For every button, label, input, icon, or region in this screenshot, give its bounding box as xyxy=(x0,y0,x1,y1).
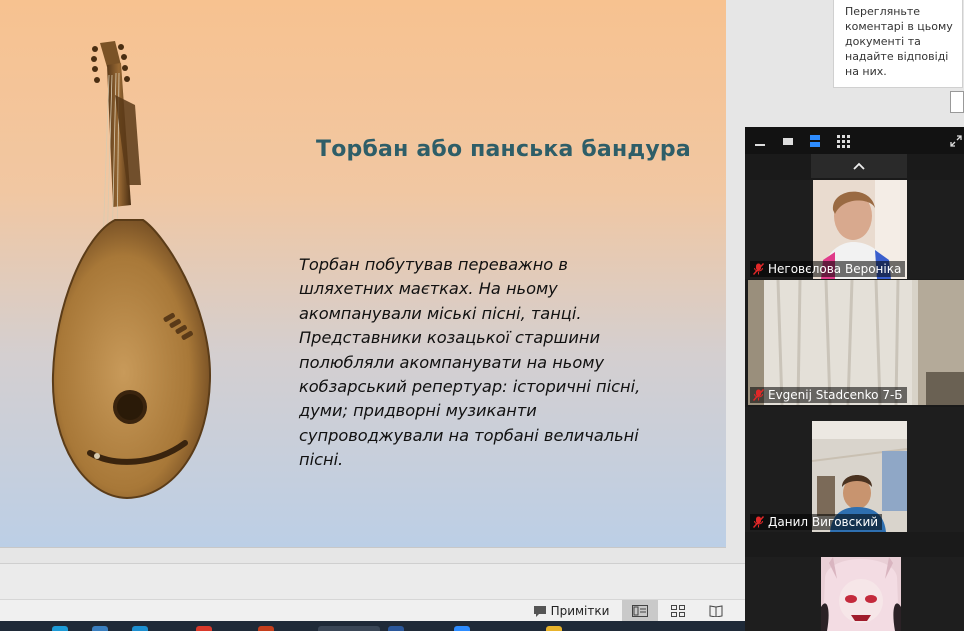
participant-name: Неговєлова Вероніка xyxy=(768,262,902,276)
comments-scroll-thumb[interactable] xyxy=(950,91,964,113)
mic-muted-icon xyxy=(753,263,764,275)
normal-view-button[interactable] xyxy=(622,600,658,622)
reading-view-icon xyxy=(709,605,723,617)
participant-tile[interactable]: Данил Виговский xyxy=(745,407,964,532)
gallery-view-button[interactable] xyxy=(836,133,850,149)
taskbar-app-icon[interactable] xyxy=(546,626,562,631)
thumbnail-view-button[interactable] xyxy=(781,133,795,149)
zoom-toolbar xyxy=(745,127,964,154)
participant-tile[interactable] xyxy=(745,557,964,631)
fullscreen-icon xyxy=(950,135,962,147)
taskbar-active-app[interactable] xyxy=(318,626,380,631)
speaker-view-icon xyxy=(810,135,820,147)
comments-hint-card: Перегляньте коментарі в цьому документі … xyxy=(833,0,963,88)
mic-muted-icon xyxy=(753,516,764,528)
reading-view-button[interactable] xyxy=(698,600,734,622)
gallery-view-icon xyxy=(836,134,850,148)
taskbar-app-icon[interactable] xyxy=(196,626,212,631)
slide-body-text[interactable]: Торбан побутував переважно в шляхетних м… xyxy=(299,253,664,473)
participant-video xyxy=(821,557,901,631)
notes-pane[interactable] xyxy=(0,563,745,600)
participant-tile[interactable]: Неговєлова Вероніка xyxy=(745,180,964,279)
powerpoint-area: Торбан або панська бандура Торбан побуту… xyxy=(0,0,745,631)
slide-sorter-icon xyxy=(671,605,685,617)
taskbar-app-icon[interactable] xyxy=(92,626,108,631)
participant-name-label: Evgenij Stadcenko 7-Б xyxy=(750,387,907,403)
thumbnail-view-icon xyxy=(783,138,793,145)
notes-label: Примітки xyxy=(550,604,610,618)
torban-illustration xyxy=(51,41,212,500)
minimize-icon xyxy=(755,144,765,146)
vertical-scroll-gutter[interactable] xyxy=(726,0,746,563)
participant-tile[interactable]: Evgenij Stadcenko 7-Б xyxy=(748,280,964,405)
minimize-button[interactable] xyxy=(753,133,767,149)
speaker-view-button[interactable] xyxy=(808,133,822,149)
status-bar: Примітки xyxy=(0,599,745,622)
participant-name-label: Неговєлова Вероніка xyxy=(750,261,906,277)
comment-icon xyxy=(533,605,546,617)
slide-title[interactable]: Торбан або панська бандура xyxy=(316,137,696,162)
participant-name: Evgenij Stadcenko 7-Б xyxy=(768,388,903,402)
notes-button[interactable]: Примітки xyxy=(532,600,610,622)
slide-canvas[interactable]: Торбан або панська бандура Торбан побуту… xyxy=(0,0,727,548)
taskbar-app-icon[interactable] xyxy=(52,626,68,631)
zoom-gallery-window: Неговєлова Вероніка Evgenij Stadcenko 7-… xyxy=(745,127,964,631)
taskbar-app-icon[interactable] xyxy=(388,626,404,631)
participant-name: Данил Виговский xyxy=(768,515,879,529)
comments-hint-text: Перегляньте коментарі в цьому документі … xyxy=(845,5,953,78)
taskbar-app-icon[interactable] xyxy=(454,626,470,631)
normal-view-icon xyxy=(632,605,648,617)
fullscreen-button[interactable] xyxy=(949,133,963,149)
taskbar-app-icon[interactable] xyxy=(132,626,148,631)
chevron-up-icon xyxy=(853,162,865,170)
participant-name-label: Данил Виговский xyxy=(750,514,883,530)
slide-sorter-button[interactable] xyxy=(660,600,696,622)
gallery-scroll-up-button[interactable] xyxy=(811,154,907,178)
taskbar-app-icon[interactable] xyxy=(258,626,274,631)
mic-muted-icon xyxy=(753,389,764,401)
